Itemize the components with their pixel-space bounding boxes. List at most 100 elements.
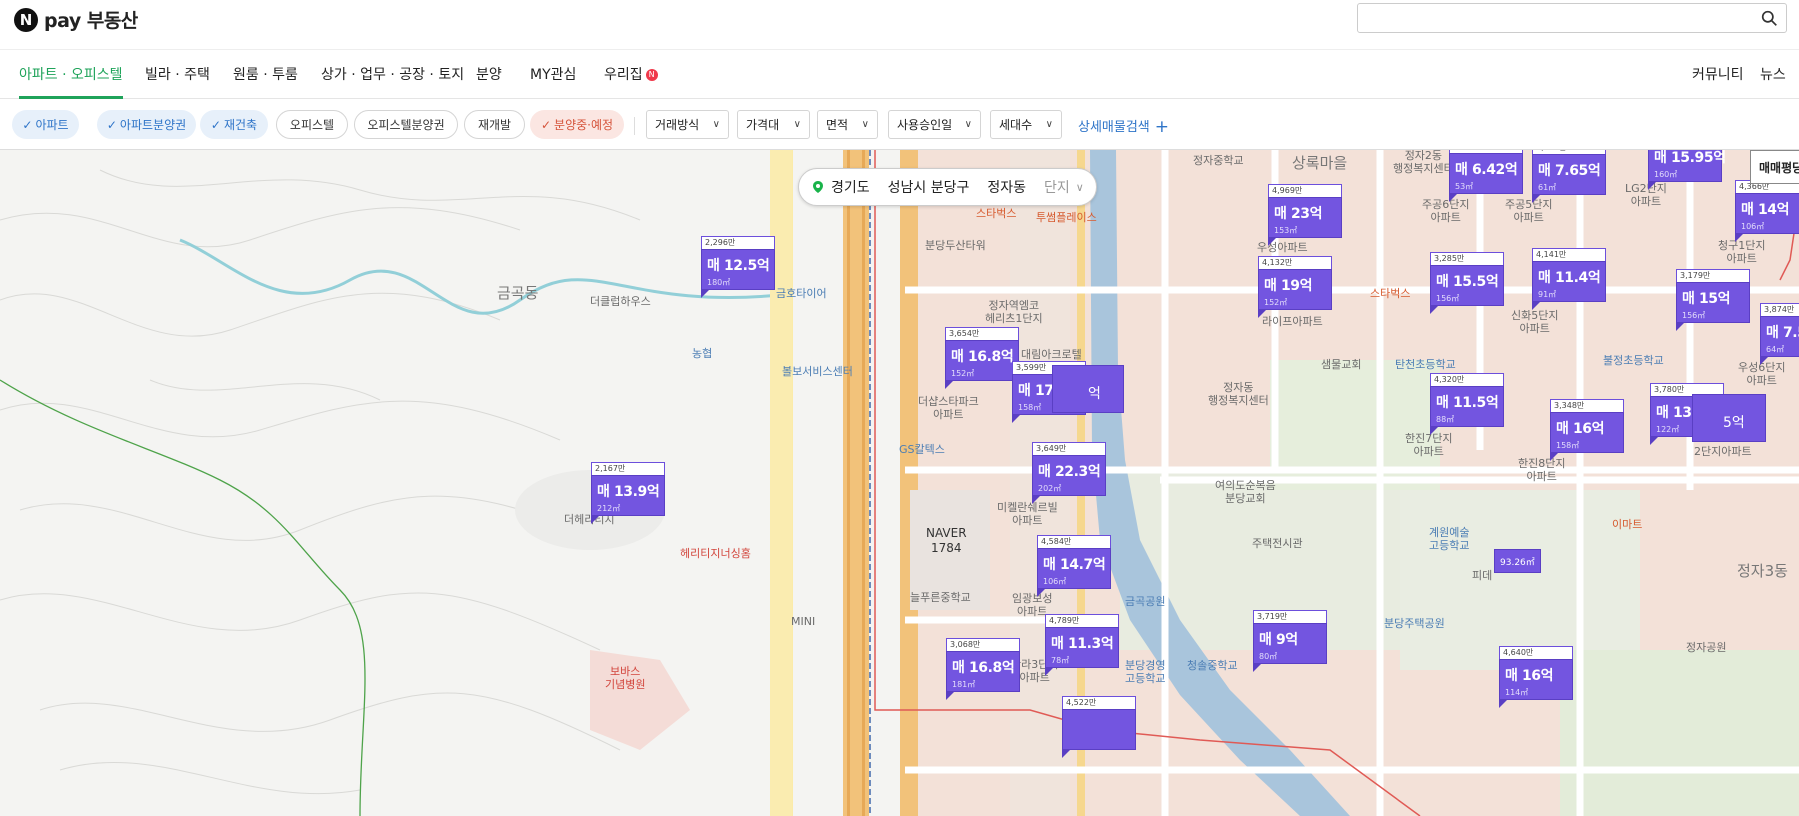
chevron-down-icon: ∨	[964, 119, 972, 130]
tab-apartment-officetel[interactable]: 아파트 · 오피스텔	[19, 64, 123, 99]
poi-label: 분당주택공원	[1384, 617, 1445, 630]
poi-label: 미켈란쉐르빌 아파트	[997, 501, 1058, 527]
listing-marker[interactable]: 3,874만매 7.5 64㎡	[1760, 303, 1799, 365]
listing-marker[interactable]: 3,649만 매 22.3억 202㎡	[1032, 442, 1106, 504]
tab-presale[interactable]: 분양	[476, 64, 502, 99]
listing-marker[interactable]: 4,640만 매 16억 114㎡	[1499, 646, 1573, 708]
marker-tail	[1760, 356, 1769, 365]
location-complex[interactable]: 단지	[1044, 177, 1070, 197]
listing-marker[interactable]: 4,522만	[1062, 696, 1136, 758]
chip-officetel[interactable]: 오피스텔	[276, 110, 348, 139]
tab-oneroom-tworoom[interactable]: 원룸 · 투룸	[233, 64, 298, 99]
location-pin-icon	[813, 181, 823, 193]
poi-label: 금호타이어	[776, 287, 827, 300]
dropdown-price-range[interactable]: 가격대 ∨	[737, 110, 810, 139]
poi-label: 스타벅스	[976, 207, 1017, 220]
hidden-listing-marker[interactable]: 억	[1052, 365, 1124, 413]
listing-marker[interactable]: 3,348만 매 16억 158㎡	[1550, 399, 1624, 461]
nav-community[interactable]: 커뮤니티	[1692, 64, 1744, 84]
price-per-pyeong: 4,141만	[1532, 248, 1606, 262]
chip-label: 재건축	[223, 118, 258, 132]
listing-area: 106㎡	[1043, 577, 1067, 586]
listing-marker[interactable]: 2,296만 매 12.5억 180㎡	[701, 236, 775, 298]
listing-marker[interactable]: 4,584만 매 14.7억 106㎡	[1037, 535, 1111, 597]
chip-presale-upcoming[interactable]: ✓ 분양중·예정	[530, 110, 624, 139]
chip-label: 오피스텔	[289, 118, 335, 132]
listing-area: 152㎡	[1264, 298, 1288, 307]
dropdown-transaction-type[interactable]: 거래방식 ∨	[646, 110, 729, 139]
price-per-pyeong: 3,719만	[1253, 610, 1327, 624]
chip-officetel-presale-right[interactable]: 오피스텔분양권	[354, 110, 458, 139]
location-dong[interactable]: 정자동	[987, 177, 1026, 197]
chip-apartment-presale-right[interactable]: ✓ 아파트분양권	[97, 110, 196, 139]
advanced-search-label: 상세매물검색	[1078, 120, 1150, 135]
listing-area: 180㎡	[707, 278, 731, 287]
listing-area: 91㎡	[1538, 290, 1557, 299]
naver-pay-logo[interactable]: N pay 부동산	[14, 6, 138, 33]
tab-villa-house[interactable]: 빌라 · 주택	[145, 64, 210, 99]
search-icon[interactable]	[1761, 10, 1778, 27]
marker-body: 매 9억 80㎡	[1253, 623, 1327, 664]
search-input[interactable]	[1358, 4, 1748, 32]
location-city[interactable]: 성남시 분당구	[888, 177, 970, 197]
marker-tail	[1258, 309, 1267, 318]
listing-area: 88㎡	[1436, 415, 1455, 424]
listing-marker[interactable]: 4,366만 매 14억 106㎡	[1735, 180, 1799, 242]
listing-marker[interactable]: 4,789만 매 11.3억 78㎡	[1045, 614, 1119, 676]
listing-price: 매 23억	[1274, 206, 1323, 222]
poi-label: GS칼텍스	[899, 443, 945, 456]
listing-marker[interactable]: 3,719만 매 9억 80㎡	[1253, 610, 1327, 672]
marker-body: 매 22.3억 202㎡	[1032, 455, 1106, 496]
chevron-down-icon: ∨	[712, 119, 720, 130]
small-listing-marker[interactable]: 93.26㎡	[1494, 549, 1541, 573]
marker-tail	[1648, 181, 1657, 190]
poi-label: 대림아크로텔	[1021, 348, 1082, 361]
marker-tail	[701, 289, 710, 298]
main-nav: 아파트 · 오피스텔 빌라 · 주택 원룸 · 투룸 상가 · 업무 · 공장 …	[0, 50, 1799, 99]
listing-marker[interactable]: 2,167만 매 13.9억 212㎡	[591, 462, 665, 524]
poi-label: 정자2동 행정복지센터	[1393, 150, 1454, 175]
tab-my-interest[interactable]: MY관심	[530, 64, 576, 99]
poi-label: 정자역엠코 헤리츠1단지	[985, 299, 1043, 325]
area-label: 상록마을	[1292, 154, 1348, 172]
dropdown-household-count[interactable]: 세대수 ∨	[990, 110, 1062, 139]
listing-marker[interactable]: 3,068만 매 16.8억 181㎡	[946, 638, 1020, 700]
listing-marker[interactable]: 3,654만 매 16.8억 152㎡	[945, 327, 1019, 389]
plus-icon: +	[1154, 117, 1170, 137]
listing-area: 212㎡	[597, 504, 621, 513]
dropdown-area[interactable]: 면적 ∨	[817, 110, 878, 139]
listing-price: 매 22.3억	[1038, 464, 1101, 480]
listing-marker[interactable]: 4,132만 매 19억 152㎡	[1258, 256, 1332, 318]
chevron-down-icon[interactable]: ∨	[1076, 181, 1084, 194]
listing-marker[interactable]: 4,007만매 6.42억53㎡	[1449, 150, 1523, 202]
listing-marker[interactable]: 3,285만 매 15.5억 156㎡	[1430, 252, 1504, 314]
poi-label: 농협	[692, 347, 713, 360]
poi-label: 불정초등학교	[1603, 354, 1664, 367]
poi-label: 주공5단지 아파트	[1505, 198, 1553, 224]
listing-marker[interactable]: 3,193만매 15.95억160㎡	[1648, 150, 1726, 190]
tab-my-home[interactable]: 우리집 N	[604, 64, 658, 99]
nav-news[interactable]: 뉴스	[1760, 64, 1786, 84]
listing-marker[interactable]: 3,179만 매 15억 156㎡	[1676, 269, 1750, 331]
listing-marker[interactable]: 4,146만매 7.65억61㎡	[1532, 150, 1606, 203]
chip-apartment[interactable]: ✓ 아파트	[12, 110, 79, 139]
listing-marker[interactable]: 4,141만 매 11.4억 91㎡	[1532, 248, 1606, 310]
tab-commercial-land[interactable]: 상가 · 업무 · 공장 · 토지	[321, 64, 464, 99]
price-per-pyeong: 4,640만	[1499, 646, 1573, 660]
chevron-down-icon: ∨	[861, 119, 869, 130]
advanced-search-button[interactable]: 상세매물검색 +	[1078, 116, 1169, 137]
listing-marker[interactable]: 4,320만 매 11.5억 88㎡	[1430, 373, 1504, 435]
listing-marker[interactable]: 4,969만 매 23억 153㎡	[1268, 184, 1342, 246]
map-canvas[interactable]: 경기도 성남시 분당구 정자동 단지 ∨ 금곡동 상록마을 정자3동 더클럽하우…	[0, 150, 1799, 816]
chip-reconstruction[interactable]: ✓ 재건축	[200, 110, 268, 139]
chip-redevelopment[interactable]: 재개발	[464, 110, 525, 139]
listing-price: 매 13.9억	[597, 484, 660, 500]
price-per-area-marker[interactable]: 매매평당	[1750, 150, 1799, 184]
hidden-listing-marker[interactable]: 5억	[1692, 394, 1766, 442]
poi-label: 한진7단지 아파트	[1405, 432, 1453, 458]
location-province[interactable]: 경기도	[831, 177, 870, 197]
listing-price: 매 16.8억	[952, 660, 1015, 676]
dropdown-approval-date[interactable]: 사용승인일 ∨	[888, 110, 981, 139]
poi-label: 금곡공원	[1125, 595, 1166, 608]
marker-tail	[1532, 301, 1541, 310]
